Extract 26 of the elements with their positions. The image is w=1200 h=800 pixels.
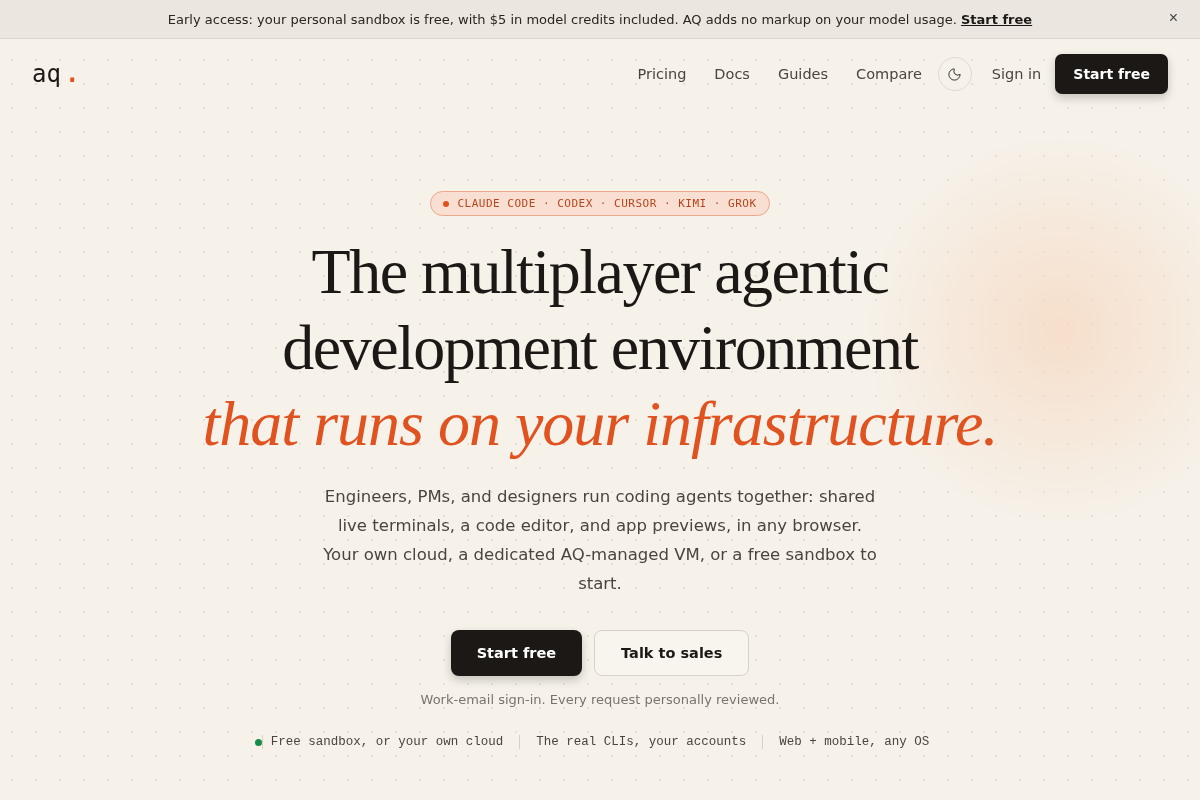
headline-line: development environment xyxy=(282,311,918,385)
feature-text: Free sandbox, or your own cloud xyxy=(261,735,520,749)
start-free-button[interactable]: Start free xyxy=(450,630,583,676)
signup-note: Work-email sign-in. Every request personally reviewed. xyxy=(420,692,780,707)
hero-description: Engineers, PMs, and designers run coding agents together: shared live terminals, a code editor, and app previews, in any browser. Your own cloud, a dedicated AQ-managed VM, or a free sandbox to start. xyxy=(322,486,878,595)
status-dot-icon xyxy=(254,738,262,746)
badge-text: CLAUDE CODE · CODEX · CURSOR · KIMI · GROK xyxy=(457,197,757,210)
badge-dot-icon xyxy=(443,200,450,207)
start-free-button[interactable]: Start free xyxy=(1055,54,1168,94)
nav-link[interactable]: Guides xyxy=(777,66,829,82)
close-button[interactable]: × xyxy=(1164,9,1182,27)
announcement-text: Early access: your personal sandbox is free, with $5 in model credits included. AQ adds no markup on your model usage. Start free xyxy=(167,11,1033,27)
headline-line: The multiplayer agentic xyxy=(310,235,890,309)
sign-in-link[interactable]: Sign in xyxy=(991,66,1042,82)
feature-text: Web + mobile, any OS xyxy=(762,735,946,749)
moon-icon xyxy=(947,66,963,82)
start-free-link[interactable]: Start free xyxy=(960,11,1033,27)
logo-dot: . xyxy=(64,60,80,88)
talk-to-sales-button[interactable]: Talk to sales xyxy=(594,630,750,676)
nav-link[interactable]: Docs xyxy=(714,66,750,82)
logo-text[interactable]: aq xyxy=(32,60,61,88)
theme-toggle-button[interactable] xyxy=(937,57,972,91)
nav-link[interactable]: Pricing xyxy=(637,66,687,82)
headline-accent: that runs on your infrastructure. xyxy=(202,387,998,461)
nav-link[interactable]: Compare xyxy=(856,66,922,82)
feature-text: The real CLIs, your accounts xyxy=(519,735,763,749)
